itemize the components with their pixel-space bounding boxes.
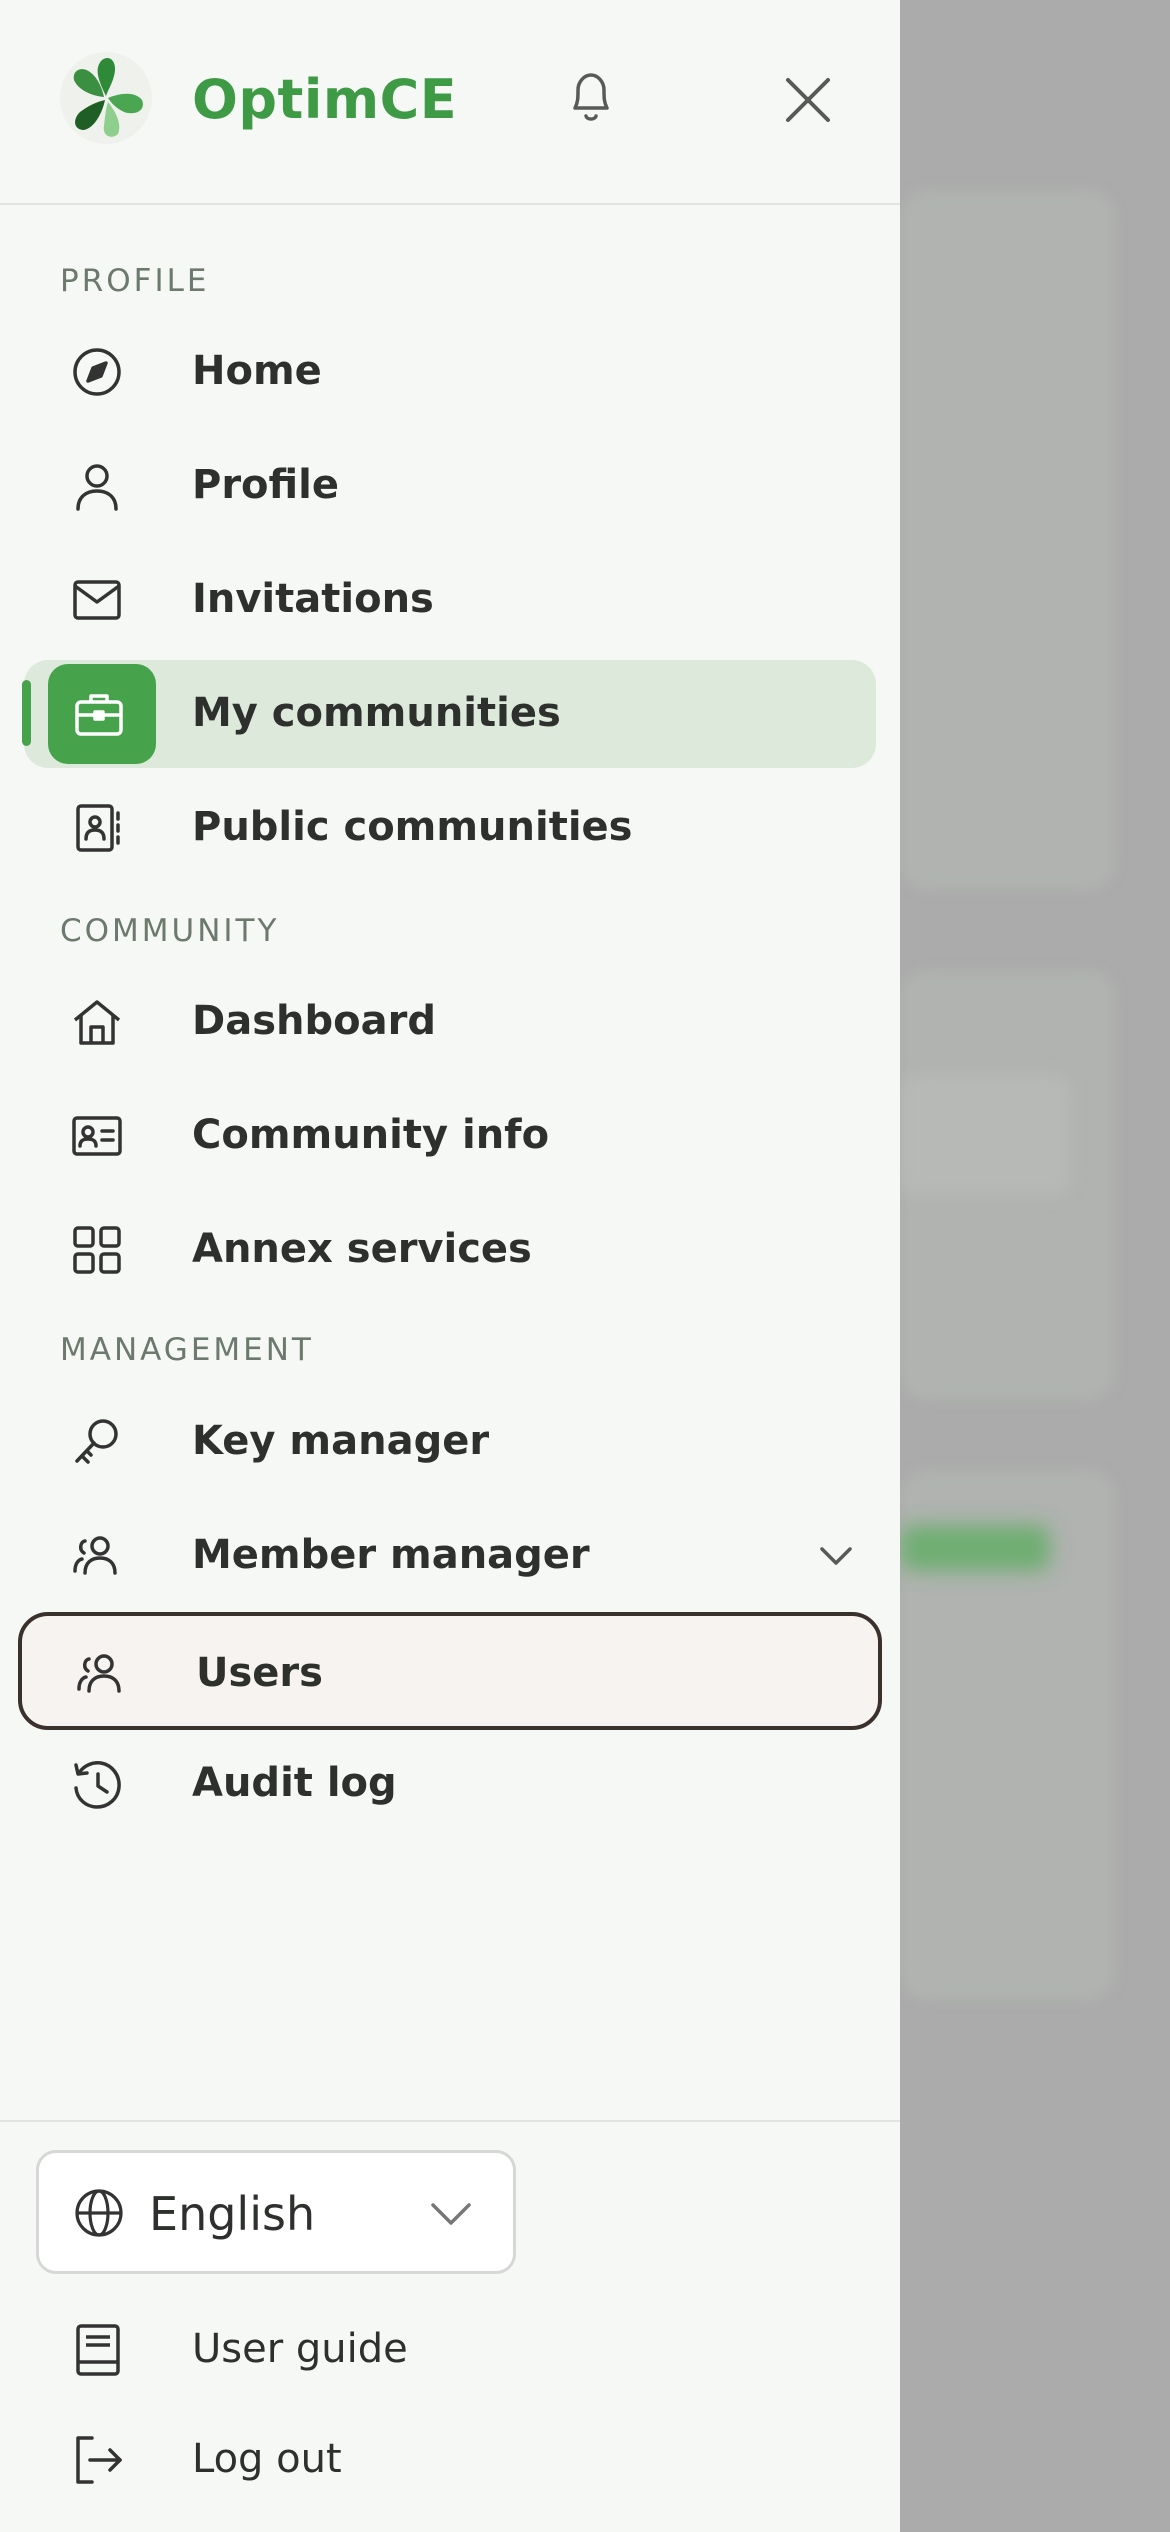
- blurred-app-background: [900, 0, 1170, 2532]
- language-select[interactable]: English: [36, 2150, 516, 2274]
- nav-label-home: Home: [192, 348, 322, 394]
- grid-icon: [73, 1226, 121, 1274]
- log-out-button[interactable]: Log out: [24, 2410, 876, 2510]
- nav-label-public-communities: Public communities: [192, 804, 633, 850]
- book-icon: [76, 2324, 120, 2376]
- user-icon: [76, 464, 118, 511]
- nav-item-community-info[interactable]: Community info: [24, 1082, 876, 1190]
- nav-label-community-info: Community info: [192, 1112, 550, 1158]
- section-label-community: COMMUNITY: [60, 913, 280, 949]
- language-value: English: [149, 2187, 316, 2241]
- user-guide-link[interactable]: User guide: [24, 2300, 876, 2400]
- optimce-logo-icon: [60, 52, 152, 144]
- compass-icon: [73, 348, 121, 396]
- users-icon: [73, 1536, 117, 1575]
- nav-label-my-communities: My communities: [192, 690, 561, 736]
- chevron-down-icon[interactable]: [814, 1534, 858, 1578]
- background-button: [900, 1525, 1050, 1571]
- key-icon: [75, 1419, 118, 1464]
- background-input: [900, 1075, 1070, 1195]
- nav-label-key-manager: Key manager: [192, 1418, 490, 1464]
- section-label-management: MANAGEMENT: [60, 1332, 314, 1368]
- nav-item-audit-log[interactable]: Audit log: [24, 1730, 876, 1838]
- nav-item-dashboard[interactable]: Dashboard: [24, 968, 876, 1076]
- nav-item-home[interactable]: Home: [24, 318, 876, 426]
- nav-label-audit-log: Audit log: [192, 1760, 397, 1806]
- close-icon[interactable]: [780, 72, 836, 128]
- log-out-label: Log out: [192, 2436, 342, 2482]
- drawer-header: OptimCE: [0, 0, 900, 205]
- nav-label-dashboard: Dashboard: [192, 998, 436, 1044]
- active-indicator: [22, 680, 31, 746]
- drawer-footer: English User guide Log out: [0, 2120, 900, 2532]
- chevron-down-icon: [431, 2203, 471, 2225]
- nav-item-annex-services[interactable]: Annex services: [24, 1196, 876, 1304]
- history-icon: [74, 1761, 121, 1809]
- id-card-icon: [72, 1116, 122, 1156]
- nav-item-invitations[interactable]: Invitations: [24, 546, 876, 654]
- brand-name: OptimCE: [192, 68, 458, 131]
- envelope-icon: [73, 580, 121, 620]
- nav-label-member-manager: Member manager: [192, 1532, 590, 1578]
- nav-item-public-communities[interactable]: Public communities: [24, 774, 876, 882]
- user-guide-label: User guide: [192, 2326, 408, 2372]
- background-card: [900, 190, 1115, 890]
- nav-item-key-manager[interactable]: Key manager: [24, 1388, 876, 1496]
- nav-label-annex-services: Annex services: [192, 1226, 532, 1272]
- nav-item-profile[interactable]: Profile: [24, 432, 876, 540]
- nav-label-users: Users: [196, 1650, 323, 1696]
- nav-label-invitations: Invitations: [192, 576, 434, 622]
- nav-item-my-communities[interactable]: My communities: [22, 660, 876, 768]
- briefcase-icon: [75, 694, 123, 736]
- users-icon: [77, 1654, 121, 1693]
- house-icon: [73, 1000, 121, 1045]
- navigation-drawer: OptimCE PROFILE Home Profile Invitations: [0, 0, 900, 2532]
- nav-item-member-manager[interactable]: Member manager: [24, 1502, 876, 1610]
- bell-icon[interactable]: [558, 64, 624, 130]
- nav-label-profile: Profile: [192, 462, 340, 508]
- globe-icon: [75, 2189, 123, 2237]
- nav-item-users[interactable]: Users: [18, 1612, 882, 1730]
- contact-book-icon: [76, 804, 120, 852]
- section-label-profile: PROFILE: [60, 263, 210, 299]
- logout-icon: [76, 2436, 122, 2484]
